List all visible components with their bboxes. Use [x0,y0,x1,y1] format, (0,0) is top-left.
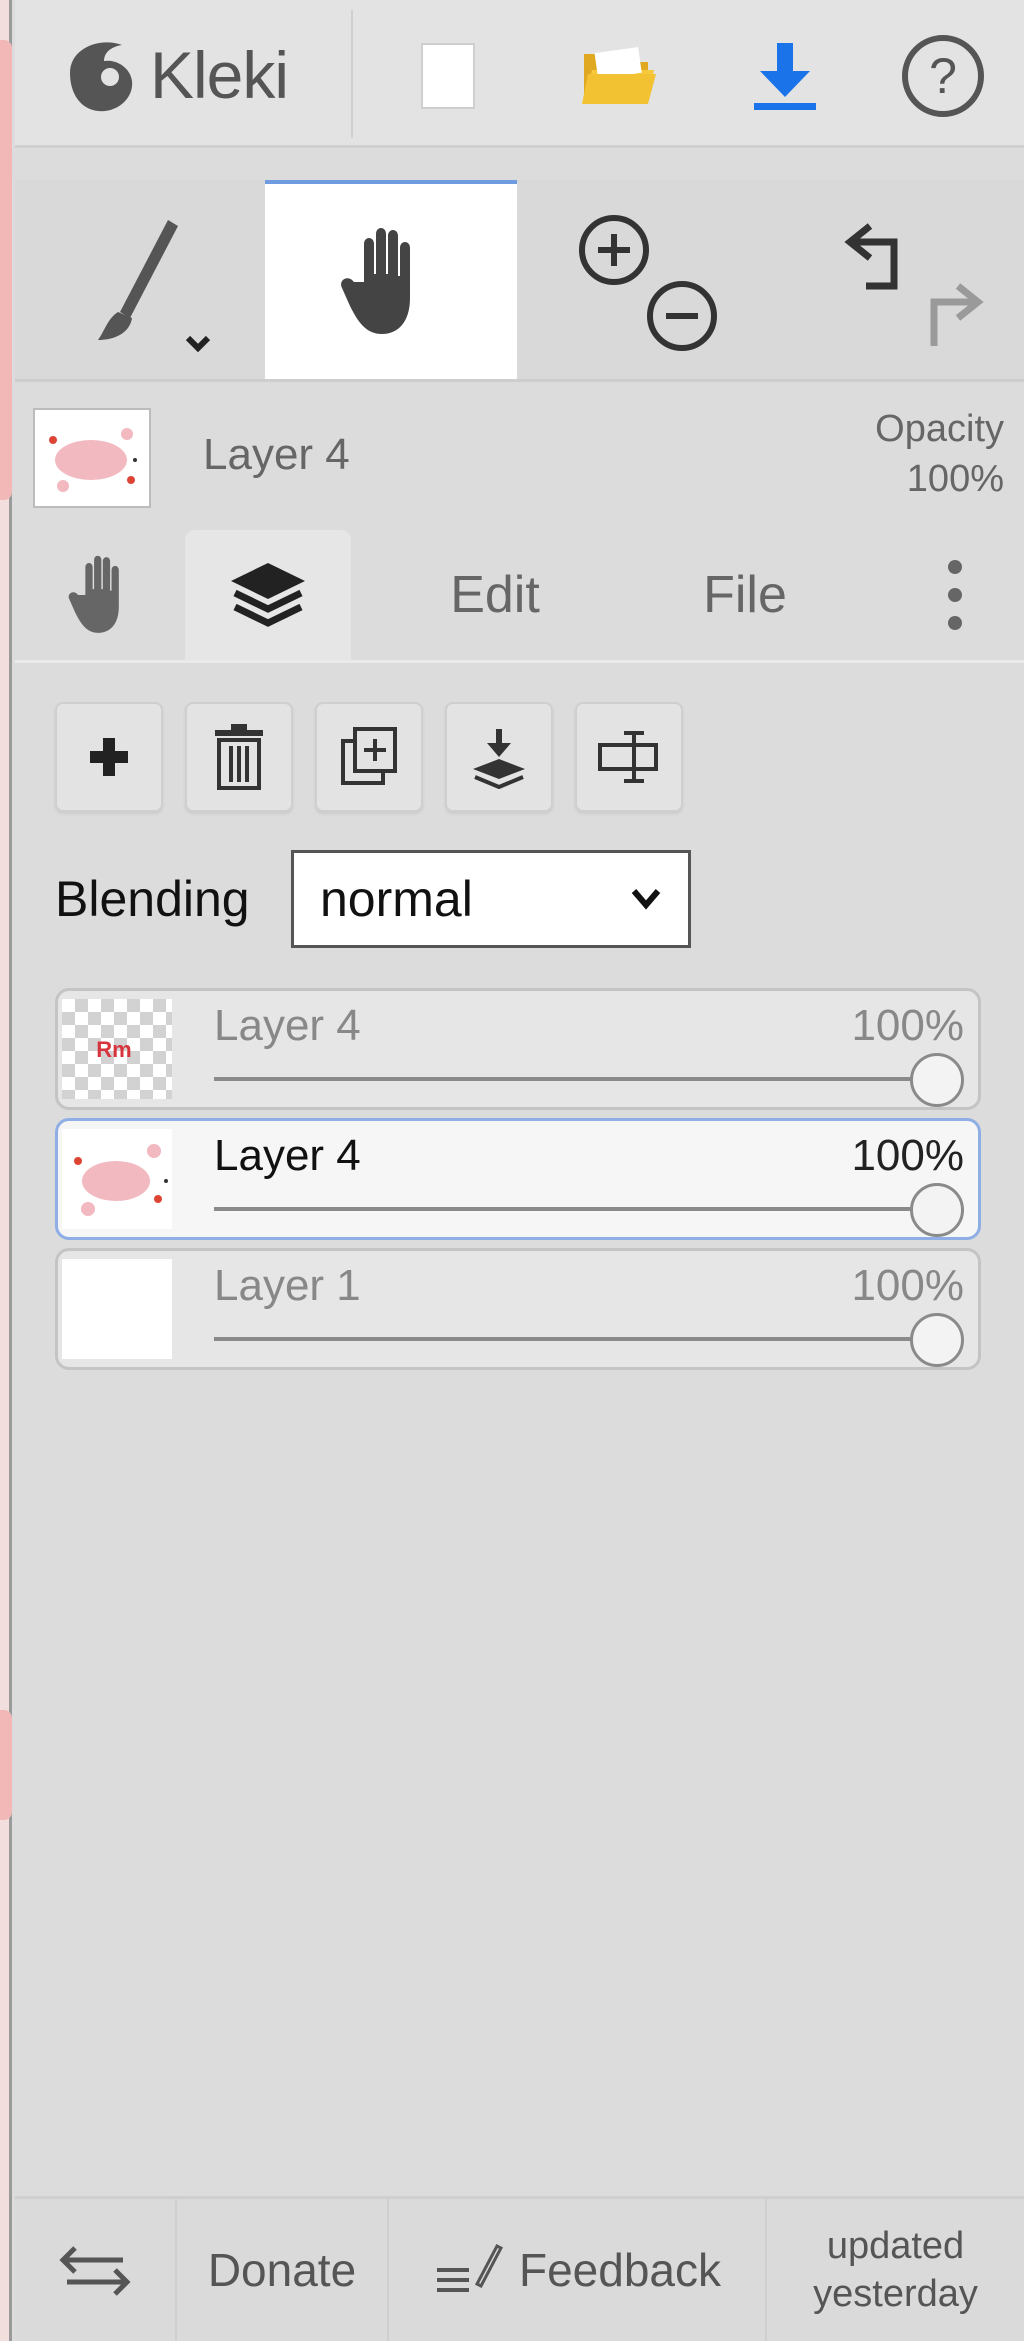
feedback-label: Feedback [518,2244,721,2296]
merge-down-button[interactable] [445,702,553,812]
donate-button[interactable]: Donate [177,2199,387,2341]
side-panel: Kleki ? Layer 4 Opacity 100% Edit File B… [15,0,1024,2341]
tab-layers[interactable] [185,530,351,660]
layer-opacity: 100% [851,1131,964,1180]
duplicate-layer-button[interactable] [315,702,423,812]
canvas-artwork-fragment [0,40,12,500]
canvas-edge [0,0,12,2341]
updated-line2: yesterday [813,2273,978,2315]
layer-thumbnail [62,1129,172,1229]
current-layer-name: Layer 4 [203,430,350,479]
opacity-label: Opacity [875,408,1004,450]
layer-opacity-slider[interactable] [214,1337,928,1341]
changelog-button[interactable]: updated yesterday [767,2199,1024,2341]
rename-layer-button[interactable] [575,702,683,812]
opacity-readout: Opacity 100% [875,404,1004,504]
layer-list-item-selected[interactable]: Layer 4 100% [55,1118,981,1240]
feedback-pen-icon [436,2244,503,2292]
undo-icon[interactable] [844,222,898,289]
kleki-logo-icon [70,42,133,112]
svg-text:?: ? [929,48,957,104]
tab-edit[interactable]: Edit [395,530,595,660]
new-file-icon [421,43,475,109]
help-button[interactable]: ? [895,28,991,124]
layer-list-item[interactable]: Layer 1 100% [55,1248,981,1370]
layer-name: Layer 4 [214,1131,361,1180]
layer-thumbnail [62,1259,172,1359]
blending-value: normal [320,871,473,927]
tab-divider [15,660,1024,663]
layer-list-item[interactable]: Rm Layer 4 100% [55,988,981,1110]
top-bar: Kleki ? [15,0,1024,148]
swap-arrows-icon [59,2246,131,2296]
folder-open-icon [582,47,656,104]
kleki-logo[interactable]: Kleki [60,30,289,120]
duplicate-icon [341,727,397,785]
layer-opacity: 100% [851,1001,964,1050]
merge-down-icon [473,729,525,789]
add-layer-button[interactable] [55,702,163,812]
opacity-value: 100% [906,458,1004,500]
rename-icon [598,731,658,783]
zoom-buttons [545,180,745,379]
app-name: Kleki [150,38,289,112]
brush-icon [98,219,211,352]
layer-opacity: 100% [851,1261,964,1310]
layer-opacity-slider-knob[interactable] [910,1183,964,1237]
brush-tool-button[interactable] [15,180,265,379]
divider [351,10,353,138]
more-menu-button[interactable] [905,530,1005,660]
tool-row [15,180,1024,382]
blending-label: Blending [55,871,250,927]
hand-tool-button[interactable] [265,180,517,379]
download-icon [754,43,816,110]
footer-bar: Donate Feedback updated yesterday [15,2196,1024,2341]
svg-text:Rm: Rm [96,1037,131,1062]
hand-icon [341,227,410,334]
blending-select[interactable]: normal [291,850,691,948]
layer-opacity-slider-knob[interactable] [910,1053,964,1107]
redo-icon[interactable] [930,282,984,346]
chevron-down-icon [631,889,661,910]
current-layer-thumbnail [33,408,151,508]
panel-tabs: Edit File [15,530,1024,660]
save-download-button[interactable] [737,28,833,124]
layer-opacity-slider[interactable] [214,1207,928,1211]
tab-file[interactable]: File [645,530,845,660]
layer-opacity-slider-knob[interactable] [910,1313,964,1367]
feedback-button[interactable]: Feedback [389,2199,765,2341]
more-vertical-icon [948,560,962,630]
new-file-button[interactable] [400,28,496,124]
layer-name: Layer 1 [214,1261,361,1310]
swap-side-button[interactable] [15,2199,175,2341]
open-file-button[interactable] [570,28,666,124]
zoom-out-icon[interactable] [647,280,717,351]
updated-line1: updated [826,2225,965,2267]
plus-icon [90,738,128,776]
layer-name: Layer 4 [214,1001,361,1050]
delete-layer-button[interactable] [185,702,293,812]
layer-opacity-slider[interactable] [214,1077,928,1081]
canvas-artwork-fragment [0,1710,12,1820]
tab-hand[interactable] [35,530,175,660]
zoom-in-icon[interactable] [579,214,649,285]
help-icon: ? [902,35,984,117]
layer-thumbnail: Rm [62,999,172,1099]
history-buttons [795,180,1015,379]
layers-icon [231,563,305,627]
hand-icon [68,555,119,633]
trash-icon [215,724,263,790]
